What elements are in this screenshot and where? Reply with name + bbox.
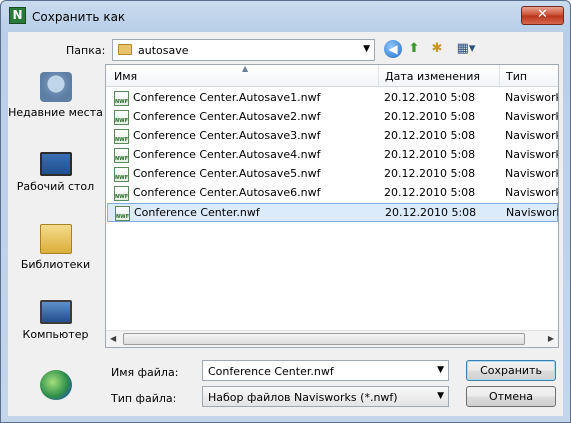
nwf-file-icon: NWF [114,110,129,125]
file-date: 20.12.2010 5:08 [384,148,476,161]
place-recent[interactable]: Недавние места [8,72,103,120]
libraries-icon [39,224,72,254]
chevron-down-icon[interactable]: ▼ [363,44,370,54]
file-row[interactable]: NWF Conference Center.Autosave1.nwf 20.1… [107,89,558,108]
new-folder-icon[interactable]: ✱ [428,40,446,58]
file-type: Navisworks [505,148,558,161]
place-label: Рабочий стол [16,180,95,193]
place-label: Библиотеки [20,258,91,271]
navisworks-app-icon: N [9,7,26,24]
recent-places-icon [39,72,72,102]
place-computer[interactable]: Компьютер [8,300,103,342]
file-name: Conference Center.Autosave6.nwf [133,186,321,199]
file-row-selected[interactable]: NWF Conference Center.nwf 20.12.2010 5:0… [107,203,558,222]
column-header-date[interactable]: Дата изменения [385,70,480,83]
nwf-file-icon: NWF [114,91,129,106]
file-type: Navisworks [505,167,558,180]
file-type: Navisworks [506,206,558,219]
title-bar[interactable]: N Сохранить как ✕ [1,1,570,33]
file-name: Conference Center.nwf [134,206,260,219]
file-type: Navisworks [505,91,558,104]
file-name: Conference Center.Autosave5.nwf [133,167,321,180]
file-name: Conference Center.Autosave2.nwf [133,110,321,123]
close-button[interactable]: ✕ [521,6,564,25]
file-row[interactable]: NWF Conference Center.Autosave2.nwf 20.1… [107,108,558,127]
desktop-icon [39,152,72,176]
window-title: Сохранить как [32,10,126,24]
file-date: 20.12.2010 5:08 [384,91,476,104]
column-header-row: Имя ▲ Дата изменения Тип [106,65,558,87]
place-desktop[interactable]: Рабочий стол [8,152,103,194]
file-row[interactable]: NWF Conference Center.Autosave3.nwf 20.1… [107,127,558,146]
dialog-body: Папка: autosave ▼ ◀ ⬆ ✱ ▦▾ Недавние мест… [8,32,563,416]
place-libraries[interactable]: Библиотеки [8,224,103,272]
place-network[interactable] [8,370,103,404]
file-name: Conference Center.Autosave3.nwf [133,129,321,142]
column-divider[interactable] [378,65,379,87]
file-row[interactable]: NWF Conference Center.Autosave5.nwf 20.1… [107,165,558,184]
view-menu-icon[interactable]: ▦▾ [454,40,478,58]
file-date: 20.12.2010 5:08 [384,167,476,180]
scroll-right-icon[interactable]: ▶ [548,334,554,343]
scroll-left-icon[interactable]: ◀ [110,334,116,343]
filetype-label: Тип файла: [111,392,177,405]
scroll-thumb[interactable] [123,333,525,345]
save-as-dialog: N Сохранить как ✕ Папка: autosave ▼ ◀ ⬆ … [0,0,571,423]
sort-ascending-icon: ▲ [242,64,249,73]
nwf-file-icon: NWF [114,186,129,201]
place-label: Недавние места [8,106,103,119]
computer-icon [39,300,72,324]
file-type: Navisworks [505,110,558,123]
column-divider[interactable] [499,65,500,87]
file-list[interactable]: Имя ▲ Дата изменения Тип NWF Conference … [105,64,559,348]
cancel-button[interactable]: Отмена [466,386,556,407]
folder-dropdown-value: autosave [138,44,189,57]
file-type: Navisworks [505,186,558,199]
file-name: Conference Center.Autosave4.nwf [133,148,321,161]
file-name: Conference Center.Autosave1.nwf [133,91,321,104]
nwf-file-icon: NWF [114,129,129,144]
filename-label: Имя файла: [111,366,179,379]
file-type: Navisworks [505,129,558,142]
save-button[interactable]: Сохранить [466,360,556,381]
file-row[interactable]: NWF Conference Center.Autosave6.nwf 20.1… [107,184,558,203]
places-bar: Недавние места Рабочий стол Библиотеки К… [8,64,103,416]
back-icon[interactable]: ◀ [384,40,402,58]
nwf-file-icon: NWF [114,148,129,163]
file-row[interactable]: NWF Conference Center.Autosave4.nwf 20.1… [107,146,558,165]
column-header-type[interactable]: Тип [506,70,527,83]
chevron-down-icon[interactable]: ▼ [437,391,444,401]
chevron-down-icon[interactable]: ▼ [437,365,444,375]
filename-value: Conference Center.nwf [208,365,334,378]
nwf-file-icon: NWF [115,206,130,221]
network-icon [39,370,72,400]
file-date: 20.12.2010 5:08 [385,206,477,219]
horizontal-scrollbar[interactable]: ◀ ▶ [106,330,558,347]
up-folder-icon[interactable]: ⬆ [405,40,423,58]
file-date: 20.12.2010 5:08 [384,129,476,142]
file-date: 20.12.2010 5:08 [384,186,476,199]
column-header-name[interactable]: Имя [114,70,137,83]
filetype-dropdown[interactable]: Набор файлов Navisworks (*.nwf) ▼ [202,386,449,407]
folder-dropdown[interactable]: autosave ▼ [112,39,375,61]
place-label: Компьютер [22,328,89,341]
file-date: 20.12.2010 5:08 [384,110,476,123]
filename-input[interactable]: Conference Center.nwf ▼ [202,360,449,381]
folder-icon [118,44,132,55]
folder-label: Папка: [66,44,106,57]
filetype-value: Набор файлов Navisworks (*.nwf) [208,391,398,404]
nwf-file-icon: NWF [114,167,129,182]
